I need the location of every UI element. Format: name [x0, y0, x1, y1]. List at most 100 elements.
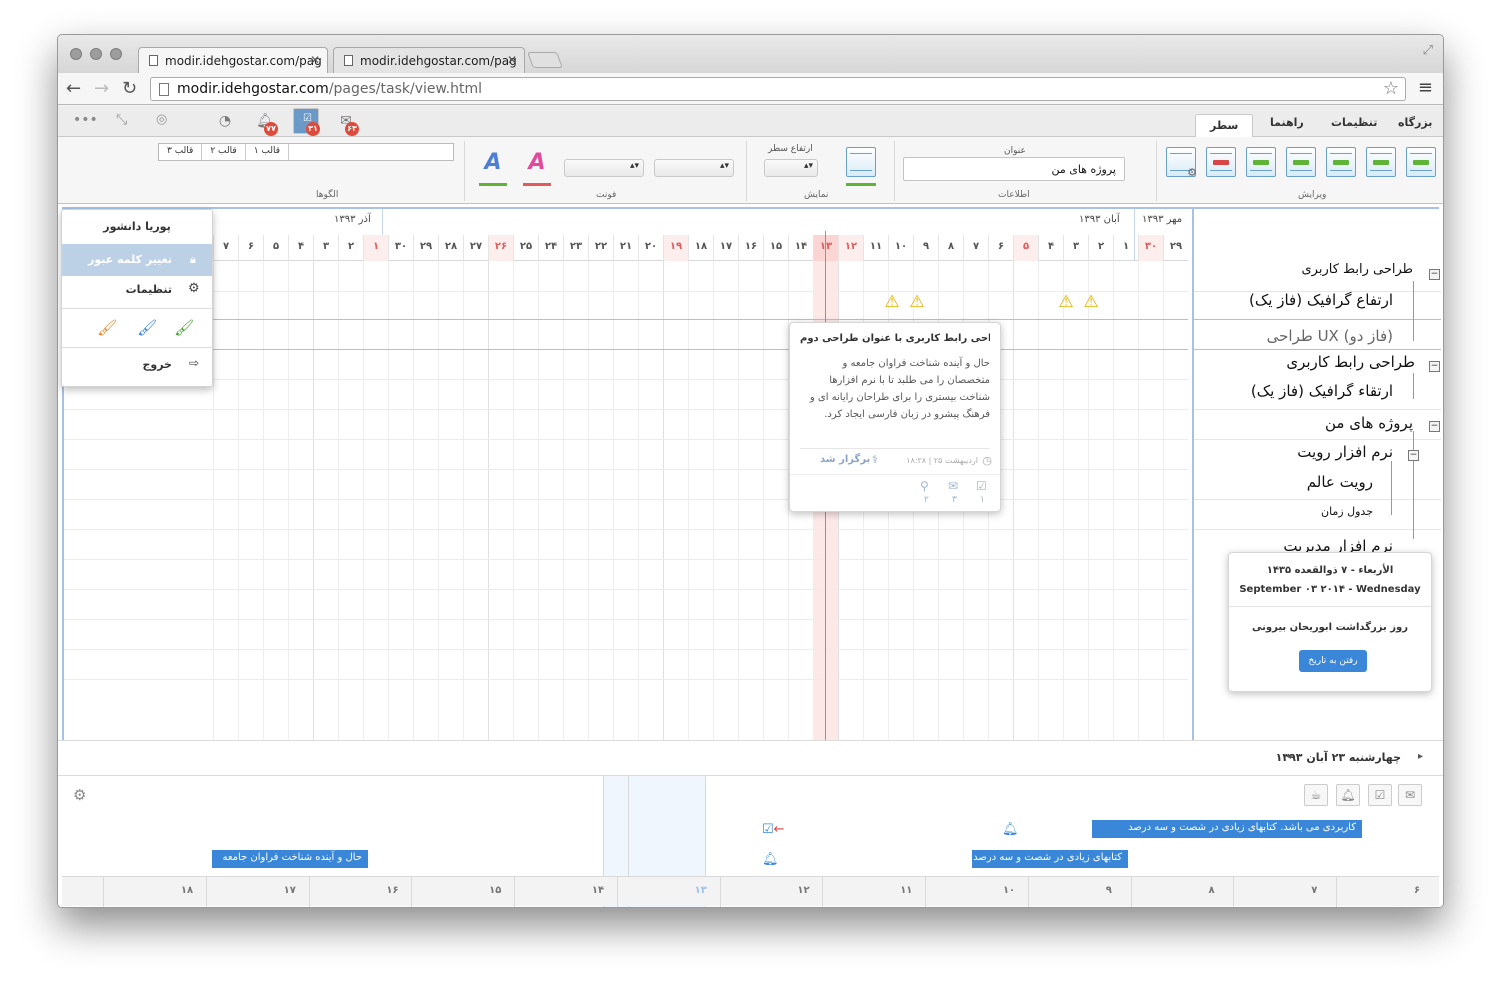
warning-icon[interactable]: ⚠ [1056, 293, 1076, 311]
day-cell[interactable]: ۱۰ [888, 235, 913, 261]
close-tab-icon[interactable]: ✕ [310, 53, 320, 67]
event-bar[interactable]: کتابهای زیادی در شصت و سه درصد [972, 850, 1128, 868]
tab-settings[interactable]: تنظیمات [1331, 116, 1377, 129]
reload-icon[interactable]: ↻ [122, 78, 137, 99]
close-window-button[interactable] [70, 48, 82, 60]
font-color-icon[interactable]: A [520, 150, 554, 178]
day-cell[interactable]: ۳۰ [388, 235, 413, 261]
task-reply-icon[interactable]: ☑← [762, 822, 785, 837]
title-input[interactable]: پروژه های من [903, 157, 1125, 181]
green-theme-brush-icon[interactable]: 🖌︎ [174, 318, 194, 337]
move-down-button[interactable] [1246, 147, 1276, 177]
new-tab-button[interactable] [527, 52, 563, 68]
prev-date-icon[interactable]: ◂ [1286, 751, 1291, 762]
event-bar[interactable]: کاربردی می باشد. کتابهای زیادی در شصت و … [1092, 820, 1362, 838]
next-date-icon[interactable]: ▸ [1418, 751, 1423, 762]
merge-button[interactable] [1406, 147, 1436, 177]
close-tab-icon[interactable]: ✕ [507, 53, 517, 67]
warning-icon[interactable]: ⚠ [882, 293, 902, 311]
day-cell[interactable]: ۲۰ [638, 235, 663, 261]
day-cell[interactable]: ۱۱ [863, 235, 888, 261]
warning-icon[interactable]: ⚠ [907, 293, 927, 311]
day-cell[interactable]: ۲۹ [1163, 235, 1188, 261]
go-to-date-button[interactable]: رفتن به تاریخ [1299, 650, 1367, 672]
day-cell[interactable]: ۱۲ [838, 235, 863, 261]
tree-item[interactable]: پروژه های من [1325, 414, 1413, 432]
mail-icon[interactable]: ✉ [948, 479, 958, 493]
day-cell[interactable]: ۲۳ [563, 235, 588, 261]
day-cell[interactable]: ۲۷ [463, 235, 488, 261]
day-cell[interactable]: ۱۴ [788, 235, 813, 261]
day-cell[interactable]: ۱۶ [738, 235, 763, 261]
tree-item[interactable]: جدول زمان [1321, 505, 1373, 518]
day-cell[interactable]: ۹ [913, 235, 938, 261]
tree-item[interactable]: نرم افزار رویت [1297, 443, 1393, 461]
day-cell[interactable]: ۲ [338, 235, 363, 261]
day-cell[interactable]: ۳۰ [1138, 235, 1163, 261]
bell-icon[interactable]: 🔔︎ [1002, 822, 1019, 837]
bookmark-star-icon[interactable]: ☆ [1383, 78, 1399, 99]
day-cell[interactable]: ۱۹ [663, 235, 688, 261]
day-cell[interactable]: ۲۸ [438, 235, 463, 261]
collapse-toggle[interactable]: − [1429, 361, 1440, 372]
day-cell[interactable]: ۳ [313, 235, 338, 261]
collapse-toggle[interactable]: − [1429, 269, 1440, 280]
day-cell[interactable]: ۱ [363, 235, 388, 261]
day-cell[interactable]: ۱۵ [763, 235, 788, 261]
day-cell[interactable]: ۸ [938, 235, 963, 261]
insert-row-button[interactable] [1206, 147, 1236, 177]
back-icon[interactable]: ← [66, 78, 81, 99]
day-cell[interactable]: ۴ [288, 235, 313, 261]
tab-workshop[interactable]: بزرگاه [1398, 116, 1432, 129]
browser-tab-1[interactable]: modir.idehgostar.com/pag ✕ [138, 47, 328, 74]
day-cell[interactable]: ۷ [963, 235, 988, 261]
day-cell[interactable]: ۲۶ [488, 235, 513, 261]
row-height-select[interactable]: ▴▾ [764, 159, 818, 177]
template-2[interactable]: قالب ۲ [202, 144, 246, 160]
day-cell[interactable]: ۶ [988, 235, 1013, 261]
alert-filter-button[interactable]: 🔔︎ [1336, 784, 1360, 806]
template-3[interactable]: قالب ۳ [159, 144, 203, 160]
outdent-button[interactable] [1366, 147, 1396, 177]
tree-item[interactable]: ارتفاع گرافیک (فاز یک) [1249, 291, 1393, 309]
indent-button[interactable] [1326, 147, 1356, 177]
browser-menu-icon[interactable]: ≡ [1418, 77, 1433, 98]
move-up-button[interactable] [1286, 147, 1316, 177]
day-cell[interactable]: ۱۸ [688, 235, 713, 261]
tree-item[interactable]: ارتقاء گرافیک (فاز یک) [1251, 382, 1393, 400]
day-cell[interactable]: ۲۲ [588, 235, 613, 261]
address-bar[interactable]: modir.idehgostar.com/pages/task/view.htm… [150, 77, 1406, 101]
blue-theme-brush-icon[interactable]: 🖌︎ [137, 318, 157, 337]
tree-item[interactable]: طراحی رابط کاربری [1301, 262, 1413, 277]
font-size-select[interactable]: ▴▾ [654, 159, 734, 177]
day-cell[interactable]: ۳ [1063, 235, 1088, 261]
day-cell[interactable]: ۴ [1038, 235, 1063, 261]
font-family-select[interactable]: ▴▾ [564, 159, 644, 177]
day-cell[interactable]: ۷ [213, 235, 238, 261]
day-cell[interactable]: ۲۵ [513, 235, 538, 261]
tree-item[interactable]: طراحی رابط کاربری [1286, 353, 1415, 371]
day-cell[interactable]: ۱ [1113, 235, 1138, 261]
day-cell[interactable]: ۲۴ [538, 235, 563, 261]
collapse-toggle[interactable]: − [1408, 450, 1419, 461]
warning-icon[interactable]: ⚠ [1081, 293, 1101, 311]
tree-item[interactable]: طراحی UX (فاز دو) [1267, 327, 1393, 345]
dashboard-icon[interactable]: ◔ [216, 113, 234, 129]
bell-icon[interactable]: 🔔︎ [762, 852, 779, 867]
browser-tab-2[interactable]: modir.idehgostar.com/pag ✕ [333, 47, 525, 73]
zoom-window-button[interactable] [110, 48, 122, 60]
minimize-window-button[interactable] [90, 48, 102, 60]
day-cell[interactable]: ۵ [1013, 235, 1038, 261]
font-style-icon[interactable]: A [476, 150, 510, 178]
fullscreen-icon[interactable]: ⤢ [1423, 43, 1433, 58]
day-cell[interactable]: ۵ [263, 235, 288, 261]
tab-row[interactable]: سطر [1195, 114, 1254, 138]
day-cell[interactable]: ۶ [238, 235, 263, 261]
orange-theme-brush-icon[interactable]: 🖌︎ [97, 318, 117, 337]
hide-icon[interactable]: ◎ [156, 112, 167, 127]
expand-icon[interactable]: ⤡ [116, 112, 127, 128]
day-cell[interactable]: ۲ [1088, 235, 1113, 261]
forward-icon[interactable]: → [94, 78, 109, 99]
meeting-filter-button[interactable]: ☕︎ [1304, 784, 1328, 806]
day-cell[interactable]: ۲۱ [613, 235, 638, 261]
